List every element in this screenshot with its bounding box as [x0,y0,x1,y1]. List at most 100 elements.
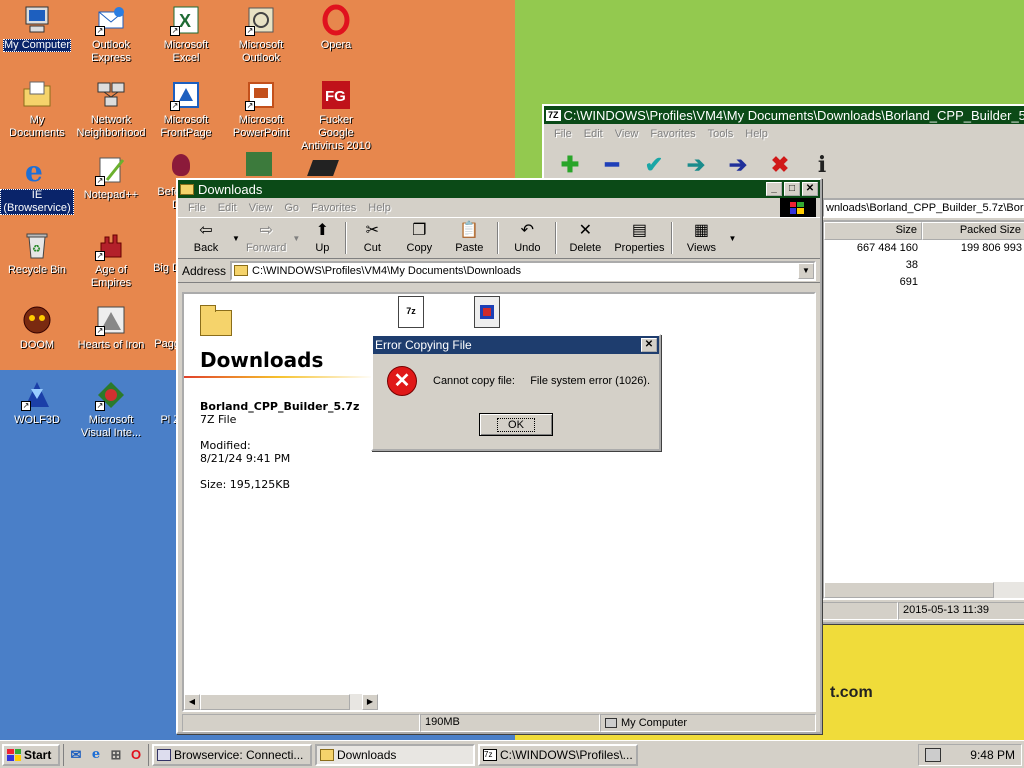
zip-menu-tools[interactable]: Tools [702,128,740,140]
explorer-titlebar[interactable]: Downloads _ □ ✕ [178,180,820,198]
content-hscrollbar[interactable]: ◀ ▶ [184,694,378,710]
maximize-button[interactable]: □ [784,182,800,196]
explorer-window[interactable]: Downloads _ □ ✕ File Edit View Go Favori… [176,178,822,734]
zip-column-size[interactable]: Size [824,222,922,240]
zip-menu-help[interactable]: Help [739,128,774,140]
error-icon: ✕ [387,366,417,396]
desktop-icon-recycle-bin[interactable]: ♻ Recycle Bin [0,229,74,277]
forward-button[interactable]: ⇨ Forward [242,220,290,256]
undo-button[interactable]: ↶ Undo [502,220,552,256]
up-button[interactable]: ⬆ Up [302,220,342,256]
taskbar-button-browservice[interactable]: Browservice: Connecti... [152,743,312,766]
desktop-icon-frontpage[interactable]: ↗ Microsoft FrontPage [149,79,223,140]
scroll-left-arrow-icon[interactable]: ◀ [184,694,200,710]
table-row[interactable]: 38 [824,257,1024,274]
zip-menu-view[interactable]: View [609,128,645,140]
status-size: 190MB [420,714,600,732]
menu-edit[interactable]: Edit [212,202,243,214]
taskbar-button-downloads[interactable]: Downloads [315,743,475,766]
zip-titlebar[interactable]: 7Z C:\WINDOWS\Profiles\VM4\My Documents\… [544,106,1024,124]
desktop-icon-fucker-google[interactable]: FG Fucker Google Antivirus 2010 [299,79,373,153]
table-row[interactable]: 691 [824,274,1024,291]
desktop-icon-wolf3d[interactable]: ↗ WOLF3D [0,379,74,427]
forward-arrow-icon: ⇨ [259,222,273,239]
menu-file[interactable]: File [182,202,212,214]
address-dropdown-button[interactable]: ▼ [798,262,814,279]
error-dialog[interactable]: Error Copying File ✕ ✕ Cannot copy file:… [371,334,661,451]
internet-explorer-icon: e [21,154,53,188]
menu-favorites[interactable]: Favorites [305,202,362,214]
copy-button[interactable]: ❐ Copy [394,220,444,256]
desktop-icon-outlook[interactable]: ↗ Microsoft Outlook [224,4,298,65]
views-button[interactable]: ▦ Views [676,220,726,256]
back-button[interactable]: ⇦ Back [182,220,230,256]
desktop-icon-doom[interactable]: DOOM [0,304,74,352]
minimize-button[interactable]: _ [766,182,782,196]
quicklaunch-network-icon[interactable]: ⊞ [108,747,124,763]
desktop-icon-label: IE (Browservice) [0,189,74,215]
desktop-icon-notepadpp[interactable]: ↗ Notepad++ [74,154,148,202]
installer-file-icon[interactable] [474,296,500,328]
file-type: 7Z File [200,413,237,426]
title-divider [184,376,374,378]
scroll-thumb[interactable] [824,582,994,598]
windows-logo-icon [780,198,816,217]
desktop-icon-visual-interdev[interactable]: ↗ Microsoft Visual Inte... [74,379,148,440]
menu-help[interactable]: Help [362,202,397,214]
cut-button[interactable]: ✂ Cut [350,220,394,256]
properties-button[interactable]: ▤ Properties [610,220,668,256]
desktop-icon-network-neighborhood[interactable]: Network Neighborhood [74,79,148,140]
opera-icon [320,4,352,36]
quicklaunch-opera-icon[interactable]: O [128,747,144,763]
desktop-icon-my-computer[interactable]: My Computer [0,4,74,52]
zip-column-packed-size[interactable]: Packed Size [922,222,1024,240]
quicklaunch-ie-icon[interactable]: e [88,747,104,763]
delete-button[interactable]: ✕ Delete [560,220,610,256]
7z-file-icon[interactable]: 7z [398,296,424,328]
desktop-icon-my-documents[interactable]: My Documents [0,79,74,140]
taskbar-button-7zip[interactable]: 7z C:\WINDOWS\Profiles\... [478,743,638,766]
desktop-icon-label: Age of Empires [90,264,132,289]
folder-icon [320,748,334,761]
excel-icon: X ↗ [170,4,202,36]
clock[interactable]: 9:48 PM [970,748,1015,762]
table-row[interactable]: 667 484 160 199 806 993 [824,240,1024,257]
outlook-express-icon: ↗ [95,4,127,36]
dialog-titlebar[interactable]: Error Copying File ✕ [373,336,659,354]
desktop-icon-ie[interactable]: e IE (Browservice) [0,154,74,215]
close-button[interactable]: ✕ [802,182,818,196]
address-field[interactable]: C:\WINDOWS\Profiles\VM4\My Documents\Dow… [230,260,816,281]
row-packed: 199 806 993 [960,242,1022,254]
zip-hscrollbar[interactable] [824,582,1024,598]
zip-statusbar: 2015-05-13 11:39 [822,602,1024,620]
desktop-icon-label: Recycle Bin [7,264,67,276]
desktop-icon-powerpoint[interactable]: ↗ Microsoft PowerPoint [224,79,298,140]
dialog-close-button[interactable]: ✕ [641,338,657,352]
paste-button[interactable]: 📋 Paste [444,220,494,256]
quicklaunch-outlook-express-icon[interactable]: ✉ [68,747,84,763]
address-bar: Address C:\WINDOWS\Profiles\VM4\My Docum… [178,259,820,283]
zip-address-field[interactable]: wnloads\Borland_CPP_Builder_5.7z\Borland [822,198,1024,218]
scroll-right-arrow-icon[interactable]: ▶ [362,694,378,710]
row-packed [922,274,1024,291]
desktop-icon-hearts-of-iron[interactable]: ↗ Hearts of Iron [74,304,148,352]
desktop-icon-opera[interactable]: Opera [299,4,373,52]
back-dropdown[interactable]: ▼ [230,220,242,256]
modified-value: 8/21/24 9:41 PM [200,452,291,465]
menu-view[interactable]: View [243,202,279,214]
zip-menu-edit[interactable]: Edit [578,128,609,140]
desktop-icon-age-of-empires[interactable]: ↗ Age of Empires [74,229,148,290]
zip-menu-file[interactable]: File [548,128,578,140]
start-button[interactable]: Start [2,743,60,766]
zip-menu-favorites[interactable]: Favorites [644,128,701,140]
zip-file-list[interactable]: Size Packed Size 667 484 160 199 806 993… [822,220,1024,600]
menu-go[interactable]: Go [278,202,305,214]
desktop-icon-excel[interactable]: X ↗ Microsoft Excel [149,4,223,65]
quick-launch: ✉ e ⊞ O [63,743,149,766]
tray-scheduler-icon[interactable] [925,747,941,762]
scroll-thumb[interactable] [200,694,350,710]
forward-dropdown[interactable]: ▼ [290,220,302,256]
desktop-icon-outlook-express[interactable]: ↗ Outlook Express [74,4,148,65]
views-dropdown[interactable]: ▼ [726,220,738,256]
ok-button[interactable]: OK [479,413,553,436]
